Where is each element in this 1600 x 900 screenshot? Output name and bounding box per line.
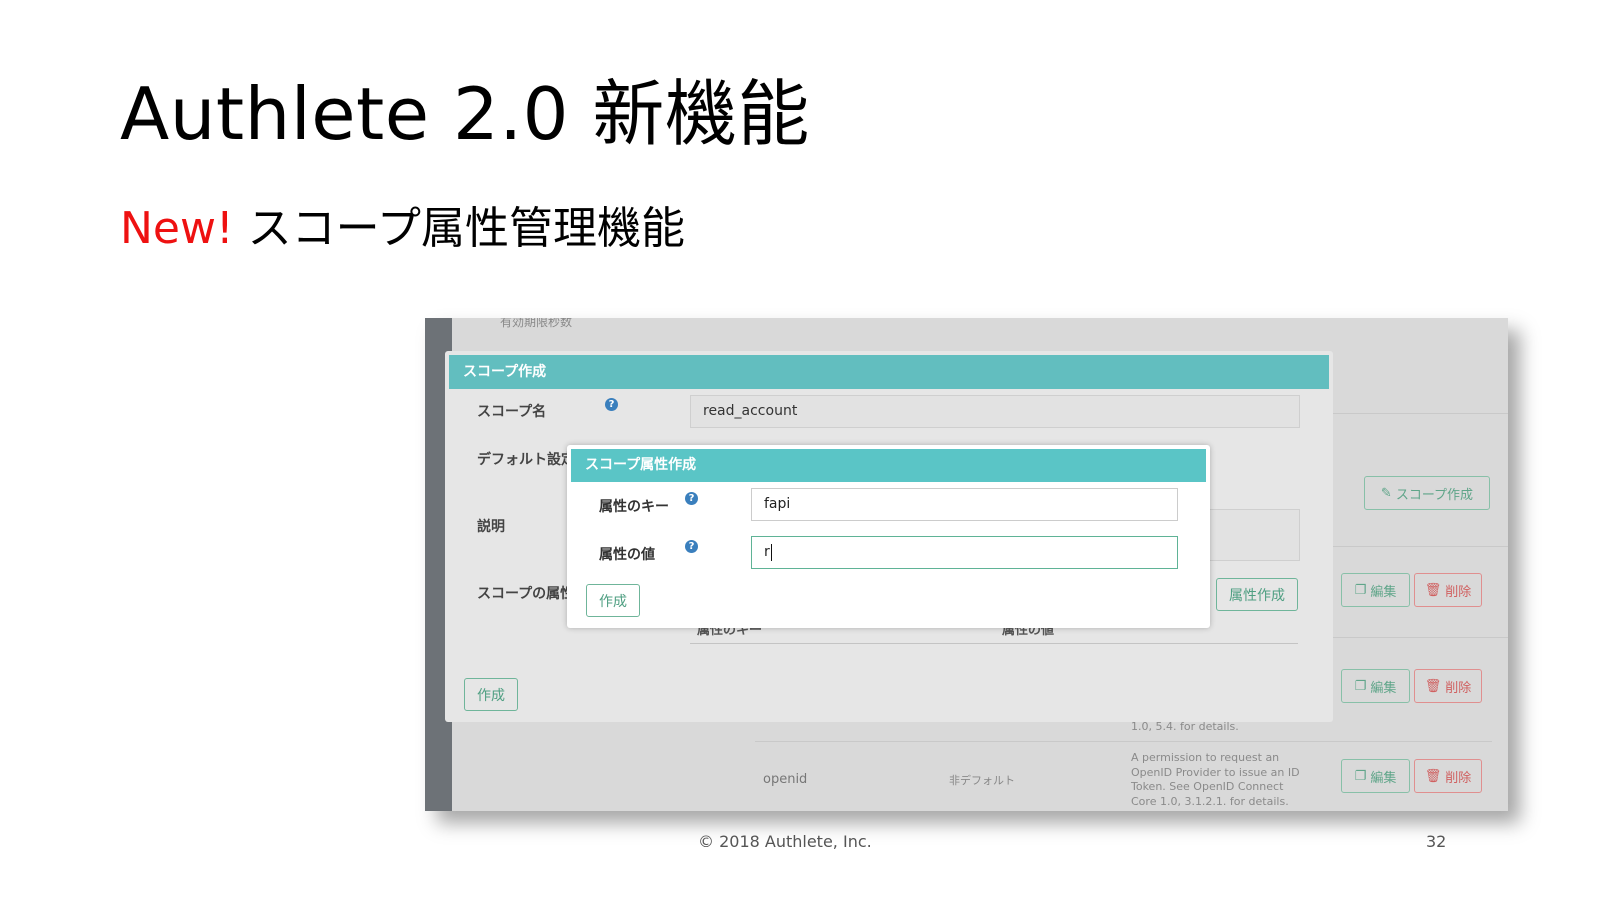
delete-button[interactable]: 🗑 削除 — [1414, 669, 1482, 703]
edit-label: 編集 — [1370, 584, 1397, 600]
attr-key-label: 属性のキー — [599, 499, 669, 515]
copy-icon: ❐ — [1354, 768, 1367, 784]
delete-label: 削除 — [1445, 584, 1472, 600]
edit-label: 編集 — [1370, 770, 1397, 786]
attr-key-input[interactable]: fapi — [751, 488, 1178, 521]
trash-icon: 🗑 — [1424, 768, 1442, 784]
scope-name-label: スコープ名 — [477, 404, 547, 420]
delete-button[interactable]: 🗑 削除 — [1414, 759, 1482, 793]
default-setting-label: デフォルト設定 — [477, 452, 575, 468]
copy-icon: ❐ — [1354, 678, 1367, 694]
attribute-create-modal: スコープ属性作成 属性のキー ? fapi 属性の値 ? r 作成 — [567, 445, 1210, 628]
edit-button[interactable]: ❐ 編集 — [1341, 573, 1410, 607]
slide-title: Authlete 2.0 新機能 — [120, 72, 810, 156]
row-desc-tail: 1.0, 5.4. for details. — [1131, 720, 1239, 733]
help-icon[interactable]: ? — [685, 540, 698, 553]
attr-value-input[interactable]: r — [751, 536, 1178, 569]
attr-table-divider — [690, 643, 1298, 644]
help-icon[interactable]: ? — [605, 398, 618, 411]
row-scope-default: 非デフォルト — [949, 774, 1015, 787]
scope-modal-header: スコープ作成 — [449, 355, 1329, 389]
attr-value-text: r — [764, 544, 770, 560]
row-divider — [755, 741, 1492, 742]
bg-divider — [1333, 413, 1508, 414]
delete-button[interactable]: 🗑 削除 — [1414, 573, 1482, 607]
subtitle-text: スコープ属性管理機能 — [233, 203, 685, 254]
description-label: 説明 — [477, 519, 505, 535]
attr-create-button[interactable]: 作成 — [586, 584, 640, 617]
help-icon[interactable]: ? — [685, 492, 698, 505]
trash-icon: 🗑 — [1424, 582, 1442, 598]
page-number: 32 — [1426, 832, 1447, 851]
scope-create-button[interactable]: 作成 — [464, 678, 518, 711]
edit-icon: ✎ — [1380, 485, 1392, 501]
attribute-create-button[interactable]: 属性作成 — [1216, 578, 1298, 611]
edit-label: 編集 — [1370, 680, 1397, 696]
edit-button[interactable]: ❐ 編集 — [1341, 669, 1410, 703]
delete-label: 削除 — [1445, 770, 1472, 786]
copy-icon: ❐ — [1354, 582, 1367, 598]
delete-label: 削除 — [1445, 680, 1472, 696]
attr-value-label: 属性の値 — [599, 547, 655, 563]
scope-name-input[interactable]: read_account — [690, 395, 1300, 428]
row-scope-desc: A permission to request an OpenID Provid… — [1131, 751, 1300, 808]
text-caret — [770, 543, 772, 561]
bg-create-scope-button[interactable]: ✎ スコープ作成 — [1364, 476, 1490, 510]
row-scope-name: openid — [763, 772, 808, 787]
attribute-modal-header: スコープ属性作成 — [571, 449, 1206, 482]
bg-divider — [1333, 637, 1508, 638]
scope-attributes-label: スコープの属性 — [477, 586, 575, 602]
slide-subtitle: New! スコープ属性管理機能 — [120, 203, 685, 254]
bg-divider — [1333, 546, 1508, 547]
edit-button[interactable]: ❐ 編集 — [1341, 759, 1410, 793]
trash-icon: 🗑 — [1424, 678, 1442, 694]
new-badge: New! — [120, 203, 234, 254]
bg-top-label: 有効期限秒数 — [500, 318, 573, 329]
description-textarea[interactable] — [1205, 509, 1300, 561]
footer-copyright: © 2018 Authlete, Inc. — [698, 832, 872, 851]
bg-create-scope-label: スコープ作成 — [1395, 487, 1474, 503]
